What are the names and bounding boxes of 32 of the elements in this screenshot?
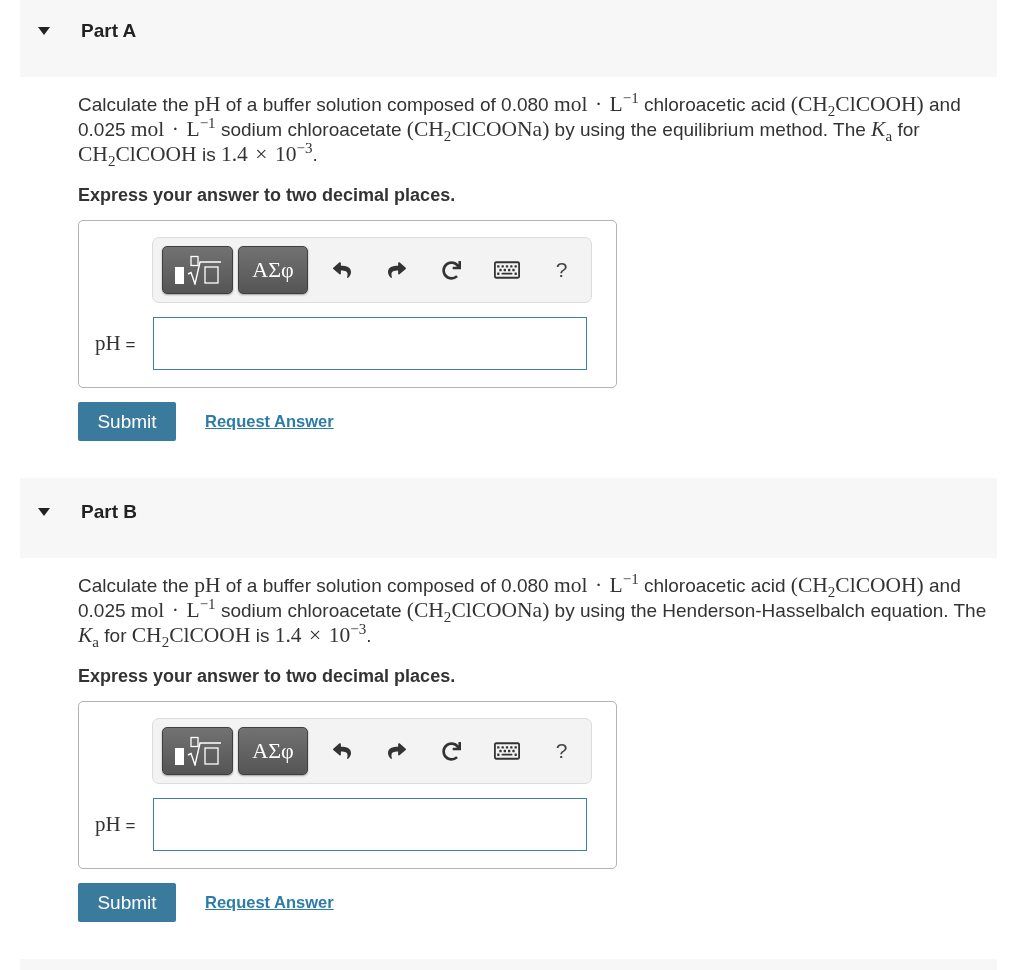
part-header[interactable]: Part B xyxy=(20,478,997,558)
caret-icon[interactable] xyxy=(38,508,50,516)
symbols-button[interactable]: ΑΣφ xyxy=(238,727,308,775)
instruction-text: Express your answer to two decimal places. xyxy=(78,185,457,205)
question-text: Calculate the pH of a buffer solution composed of 0.080 mol · L$^{−1}$ chloroacetic acid (CH$_{2}$ClCOOH) and 0.025 mol · L$^{−1}$ sodium chloroacetate (CH$_{2}$ClCOONa) by using the equilibrium method. The K$_{a}$ for CH$_{2}$ClCOOH is 1.4 × 10$^{−3}$. xyxy=(78,92,962,167)
templates-button[interactable] xyxy=(162,727,233,775)
reset-icon xyxy=(442,260,461,280)
submit-button[interactable]: Submit xyxy=(78,402,176,441)
request-answer-link[interactable]: Request Answer xyxy=(205,893,334,912)
part-title: Part A xyxy=(81,20,137,42)
instruction-text: Express your answer to two decimal places. xyxy=(78,666,457,686)
answer-field[interactable] xyxy=(153,798,587,851)
caret-icon[interactable] xyxy=(38,27,50,35)
redo-icon xyxy=(387,742,406,760)
symbols-button[interactable]: ΑΣφ xyxy=(238,246,308,294)
reset-icon xyxy=(442,741,461,761)
submit-button[interactable]: Submit xyxy=(78,883,176,922)
part-title: Part B xyxy=(81,501,137,523)
root-template-icon xyxy=(173,736,222,766)
answer-field[interactable] xyxy=(153,317,587,370)
request-answer-link[interactable]: Request Answer xyxy=(205,412,334,431)
question-text: Calculate the pH of a buffer solution composed of 0.080 mol · L$^{−1}$ chloroacetic acid (CH$_{2}$ClCOOH) and 0.025 mol · L$^{−1}$ sodium chloroacetate (CH$_{2}$ClCOONa) by using the Henderson-Hasselbalch equation. The K$_{a}$ for CH$_{2}$ClCOOH is 1.4 × 10$^{−3}$. xyxy=(78,573,988,648)
redo-icon xyxy=(387,261,406,279)
answer-label: pH = xyxy=(95,813,136,836)
templates-button[interactable] xyxy=(162,246,233,294)
root-template-icon xyxy=(173,255,222,285)
undo-icon xyxy=(332,742,351,760)
part-header[interactable]: Part A xyxy=(20,0,997,77)
answer-label: pH = xyxy=(95,332,136,355)
help-button[interactable]: ? xyxy=(534,731,589,771)
help-button[interactable]: ? xyxy=(534,250,589,290)
undo-icon xyxy=(332,261,351,279)
